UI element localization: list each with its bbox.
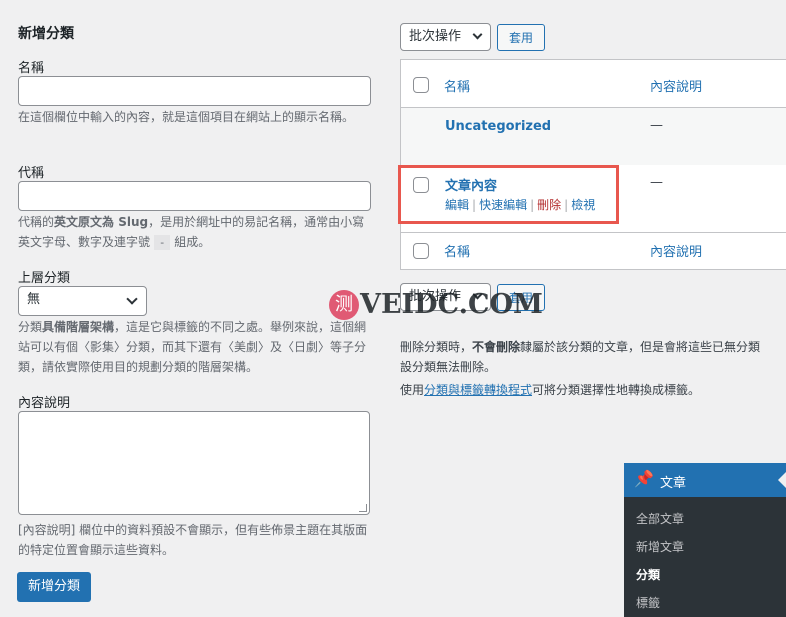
table-footer: 名稱 內容說明 [401,232,786,270]
apply-button-top[interactable]: 套用 [497,24,545,51]
submenu-add-post[interactable]: 新增文章 [636,538,684,555]
submenu-tags[interactable]: 標籤 [636,594,660,611]
category-name-link[interactable]: Uncategorized [445,119,551,134]
chevron-down-icon [126,293,138,305]
slug-input[interactable] [18,181,371,211]
description-label: 內容說明 [18,396,71,411]
delete-note-line1: 隸屬於該分類的文章，但是會將這些已無分類 [520,340,761,354]
convert-note: 使用分類與標籤轉換程式可將分類選擇性地轉換成標籤。 [400,380,700,400]
slug-label: 代稱 [18,166,45,181]
convert-note-suffix: 可將分類選擇性地轉換成標籤。 [532,383,701,397]
description-help: [內容說明] 欄位中的資料預設不會顯示，但有些佈景主題在其版面的特定位置會顯示這… [18,523,368,557]
menu-posts-label: 文章 [660,476,687,491]
delete-note-line2: 設分類無法刪除。 [400,360,497,374]
add-category-button[interactable]: 新增分類 [17,572,91,602]
delete-note-bold: 不會刪除 [472,340,521,354]
slug-help-prefix: 代稱的 [18,215,55,229]
column-description-sort[interactable]: 內容說明 [650,76,702,95]
delete-note-prefix: 刪除分類時， [400,340,473,354]
pushpin-icon: 📌 [634,469,654,488]
parent-help-prefix: 分類 [18,320,43,334]
parent-select-value: 無 [27,292,41,307]
chevron-down-icon [472,29,483,40]
parent-help-bold: 具備階層架構 [42,320,115,334]
category-description: — [650,175,663,190]
column-name-sort-footer[interactable]: 名稱 [444,241,470,260]
column-name-sort[interactable]: 名稱 [444,76,470,95]
table-row: Uncategorized — [401,108,786,165]
slug-help: 代稱的英文原文為 Slug，是用於網址中的易記名稱，通常由小寫英文字母、數字及連… [18,212,374,253]
admin-menu: 📌 文章 全部文章 新增文章 分類 標籤 [624,463,786,617]
description-textarea[interactable] [18,411,370,515]
convert-note-prefix: 使用 [400,383,425,397]
table-header: 名稱 內容說明 [401,60,786,108]
watermark-logo-icon: 测 [329,290,359,320]
select-all-checkbox-top[interactable] [413,77,429,93]
current-menu-arrow-icon [778,472,786,488]
slug-help-suffix: 組成。 [174,235,211,249]
category-description: — [650,118,663,133]
slug-help-code: - [153,235,171,250]
select-all-checkbox-bottom[interactable] [413,243,429,259]
highlight-box [398,165,619,224]
bulk-action-select-top[interactable]: 批次操作 [400,23,491,51]
form-title: 新增分類 [18,26,74,42]
column-description-sort-footer[interactable]: 內容說明 [650,241,702,260]
resize-handle-icon[interactable] [359,504,367,512]
converter-link[interactable]: 分類與標籤轉換程式 [424,383,532,397]
name-label: 名稱 [18,61,45,76]
parent-label: 上層分類 [18,271,71,286]
slug-help-bold: 英文原文為 Slug [54,215,149,229]
submenu-categories[interactable]: 分類 [636,566,660,583]
parent-select[interactable]: 無 [18,286,147,316]
submenu-all-posts[interactable]: 全部文章 [636,510,684,527]
watermark-text: VEIDC.COM [360,289,543,320]
menu-posts[interactable]: 📌 文章 [624,463,786,497]
name-help: 在這個欄位中輸入的內容，就是這個項目在網站上的顯示名稱。 [18,110,355,124]
delete-note: 刪除分類時，不會刪除隸屬於該分類的文章，但是會將這些已無分類 設分類無法刪除。 [400,337,786,377]
parent-help: 分類具備階層架構，這是它與標籤的不同之處。舉例來說，這個網站可以有個〈影集〉分類… [18,317,374,377]
name-input[interactable] [18,76,371,106]
bulk-action-select-top-value: 批次操作 [409,29,462,44]
